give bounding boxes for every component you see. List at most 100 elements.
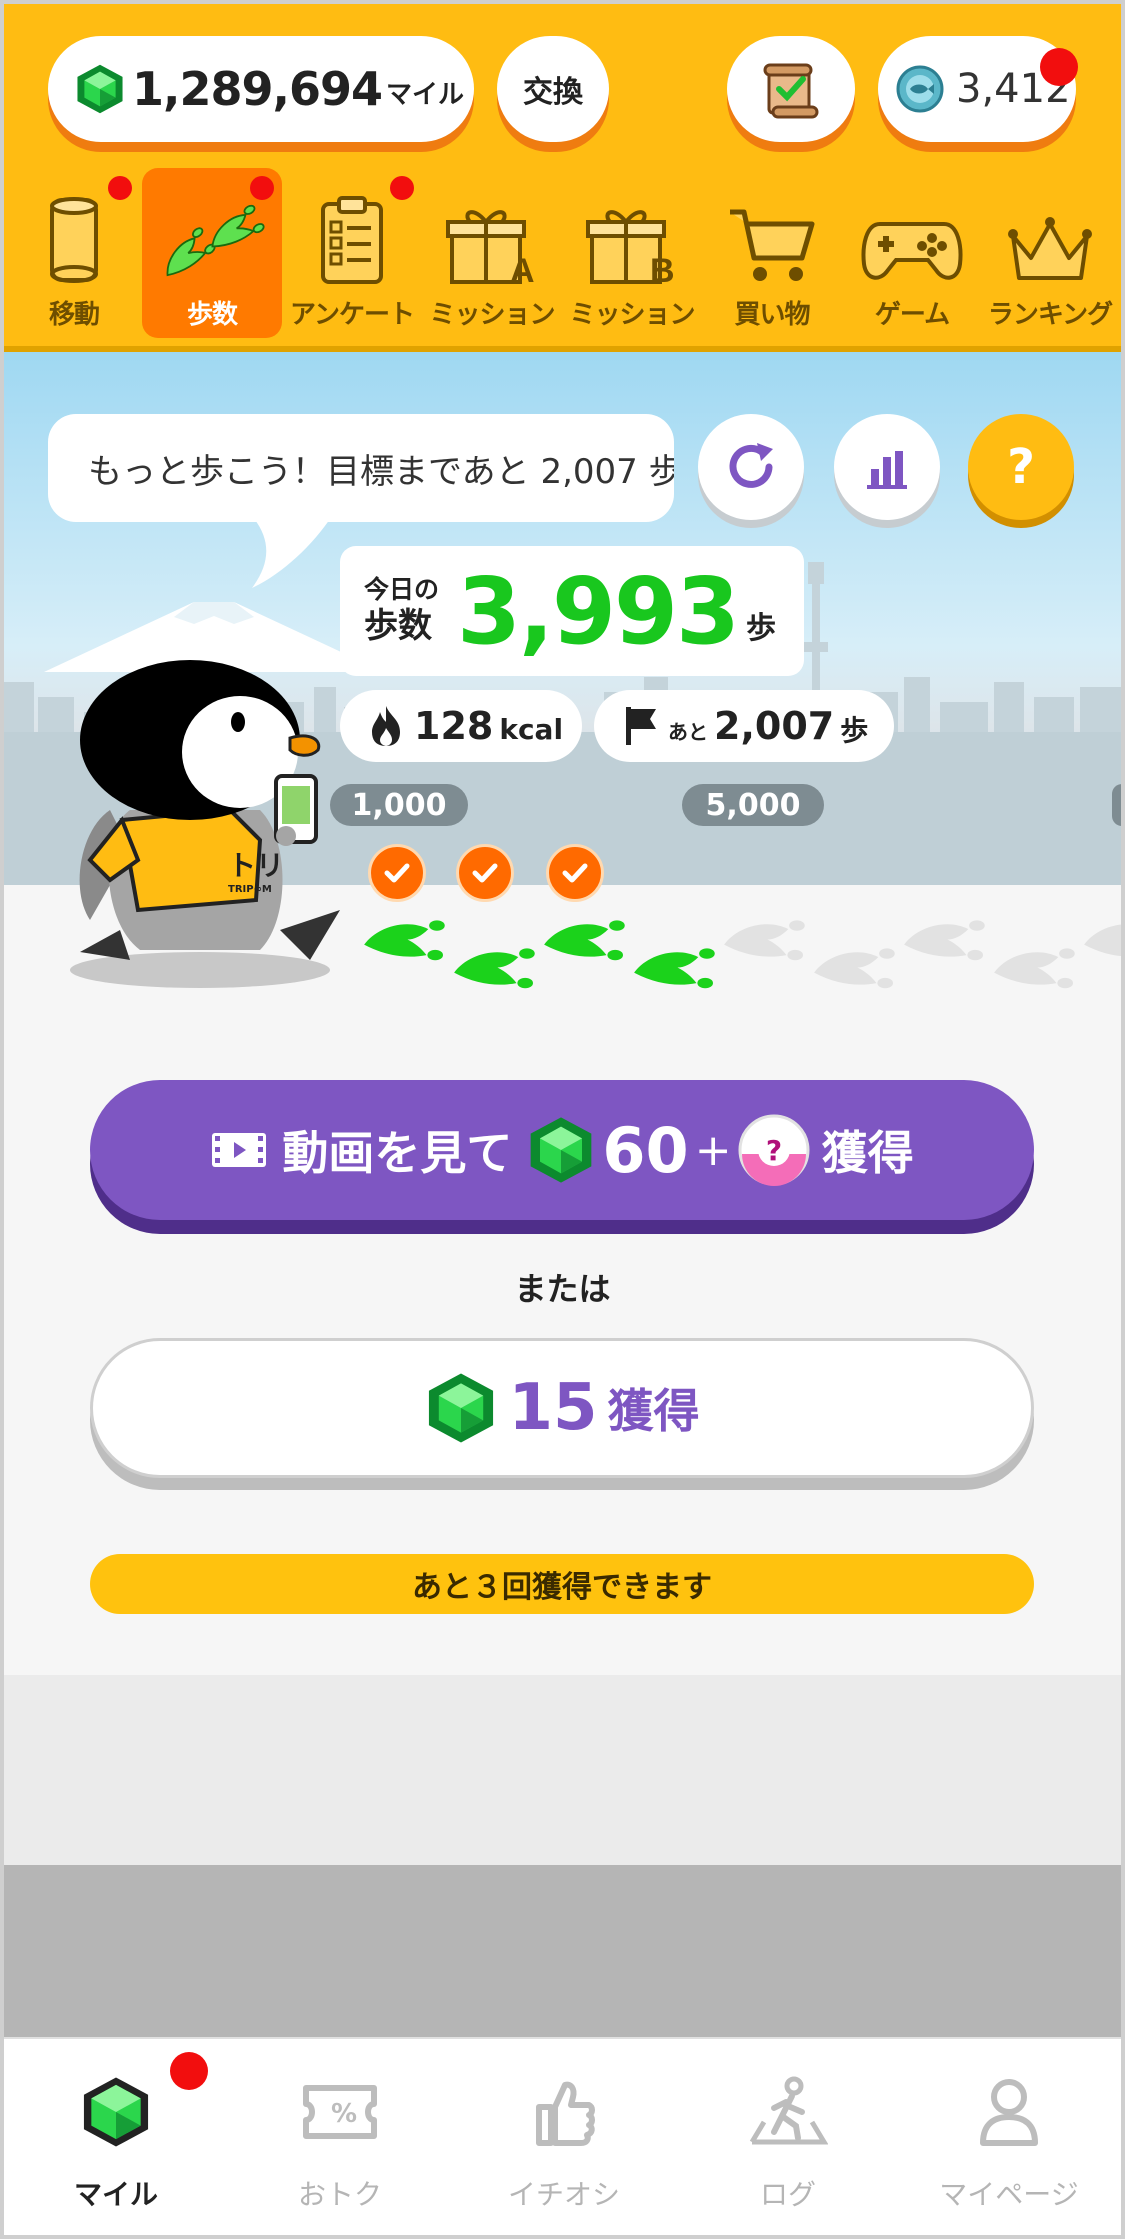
refresh-button[interactable] xyxy=(698,414,804,520)
thumbs-up-icon xyxy=(536,2081,595,2146)
capsule-icon xyxy=(50,197,98,283)
fish-coin-icon xyxy=(896,65,944,113)
remaining-prefix: あと xyxy=(668,719,708,744)
svg-text:A: A xyxy=(510,252,535,286)
nav-badge-steps xyxy=(250,176,274,200)
walking-icon xyxy=(749,2076,828,2145)
checkpoint-done xyxy=(456,844,514,902)
svg-text:?: ? xyxy=(765,1134,781,1167)
stats-button[interactable] xyxy=(834,414,940,520)
video-text-1: 動画を見て xyxy=(282,1126,513,1180)
tab-label: ログ xyxy=(759,2178,816,2211)
steps-label: 今日の 歩数 xyxy=(364,574,439,648)
clipboard-icon xyxy=(321,196,383,284)
exchange-button[interactable]: 交換 xyxy=(497,36,609,142)
nav-label: ミッション xyxy=(429,300,555,330)
footprints-icon xyxy=(155,203,268,285)
nav-label: 買い物 xyxy=(734,300,810,330)
nav-label: ゲーム xyxy=(874,300,950,330)
gem-icon xyxy=(83,2077,149,2147)
remaining-unit: 歩 xyxy=(840,714,869,747)
speech-bubble: もっと歩こう！目標まであと 2,007 歩 xyxy=(48,414,674,522)
shirt-logo: トリ xyxy=(228,849,284,882)
gift-a-icon: A xyxy=(446,210,535,286)
gem-icon xyxy=(74,63,126,115)
bar-chart-icon xyxy=(867,451,907,489)
steps-label-line2: 歩数 xyxy=(364,606,432,647)
nav-badge-move xyxy=(108,176,132,200)
tab-log[interactable]: ログ xyxy=(676,2039,900,2237)
footprint-trail xyxy=(364,920,1125,989)
check-icon xyxy=(382,858,412,888)
nav-label: 歩数 xyxy=(186,300,238,330)
tab-label: おトク xyxy=(297,2178,382,2211)
watch-video-button[interactable]: 動画を見て 60 + ? 獲得 xyxy=(90,1080,1034,1220)
cart-icon xyxy=(730,209,815,281)
gem-icon xyxy=(526,1115,596,1185)
nav-item-mission-a[interactable]: A ミッション xyxy=(422,168,562,338)
earn-amount: 15 xyxy=(508,1371,598,1445)
calories-chip: 128 kcal xyxy=(340,690,582,762)
content-bottom-gray xyxy=(4,1675,1121,1865)
kcal-value: 128 xyxy=(414,704,494,748)
gem-icon xyxy=(424,1371,498,1445)
tab-label: イチオシ xyxy=(507,2178,620,2211)
crown-icon xyxy=(1008,217,1092,280)
speech-text: もっと歩こう！目標まであと 2,007 歩 xyxy=(88,451,674,492)
check-icon xyxy=(560,858,590,888)
milestone-label: 1,000 xyxy=(330,784,468,826)
nav-label: ランキング xyxy=(987,300,1113,330)
person-icon xyxy=(980,2079,1038,2146)
tab-mypage[interactable]: マイページ xyxy=(897,2039,1121,2237)
penguin-mascot: トリ TRIP∞M xyxy=(70,660,340,988)
speech-tail xyxy=(252,516,332,588)
remaining-steps-chip: あと 2,007 歩 xyxy=(594,690,894,762)
tab-label: マイページ xyxy=(939,2178,1079,2211)
checkpoint-done xyxy=(368,844,426,902)
or-separator: または xyxy=(514,1270,611,1308)
earn-text: 獲得 xyxy=(607,1384,700,1438)
miles-unit: マイル xyxy=(386,79,465,110)
film-icon xyxy=(212,1133,267,1167)
stamp-scroll-button[interactable] xyxy=(727,36,855,142)
checkpoint-done xyxy=(546,844,604,902)
kcal-unit: kcal xyxy=(499,712,564,746)
milestone-label-offscreen xyxy=(1112,784,1125,826)
nav-label: ミッション xyxy=(569,300,695,330)
remaining-count-bar: あと３回獲得できます xyxy=(90,1554,1034,1614)
gift-b-icon: B xyxy=(586,210,675,286)
category-nav: 移動 歩数 アンケート A ミッション B ミッション 買い物 ゲーム ランキン… xyxy=(4,168,1121,344)
milestone-label: 5,000 xyxy=(682,784,824,826)
nav-item-games[interactable]: ゲーム xyxy=(842,168,982,338)
tab-deals[interactable]: % おトク xyxy=(228,2039,452,2237)
video-text-2: 獲得 xyxy=(821,1126,914,1180)
nav-item-ranking[interactable]: ランキング xyxy=(980,168,1120,338)
flag-icon xyxy=(626,707,656,745)
steps-label-line1: 今日の xyxy=(364,575,440,605)
steps-unit: 歩 xyxy=(746,611,777,646)
shirt-logo-sub: TRIP∞M xyxy=(228,884,272,895)
remaining-value: 2,007 xyxy=(714,704,835,748)
tab-label: マイル xyxy=(73,2178,158,2211)
steps-value: 3,993 xyxy=(457,557,740,665)
refresh-icon xyxy=(729,443,773,488)
video-plus: + xyxy=(694,1124,732,1176)
earn-miles-button[interactable]: 15 獲得 xyxy=(90,1338,1034,1478)
flame-icon xyxy=(372,706,400,746)
coin-notification-badge xyxy=(1040,48,1078,86)
tab-recommended[interactable]: イチオシ xyxy=(452,2039,676,2237)
svg-text:%: % xyxy=(331,2099,357,2129)
question-icon: ? xyxy=(1007,439,1035,495)
mystery-capsule-icon: ? xyxy=(738,1114,810,1186)
nav-item-mission-b[interactable]: B ミッション xyxy=(562,168,702,338)
nav-label: アンケート xyxy=(290,300,415,330)
help-button[interactable]: ? xyxy=(968,414,1074,520)
gamepad-icon xyxy=(861,222,963,280)
nav-item-shopping[interactable]: 買い物 xyxy=(702,168,842,338)
coupon-icon: % xyxy=(303,2085,377,2139)
today-steps-card: 今日の 歩数 3,993 歩 xyxy=(340,546,804,676)
scroll-check-icon xyxy=(763,63,819,119)
miles-balance[interactable]: 1,289,694 マイル xyxy=(48,36,474,142)
nav-badge-survey xyxy=(390,176,414,200)
svg-text:B: B xyxy=(650,252,675,286)
